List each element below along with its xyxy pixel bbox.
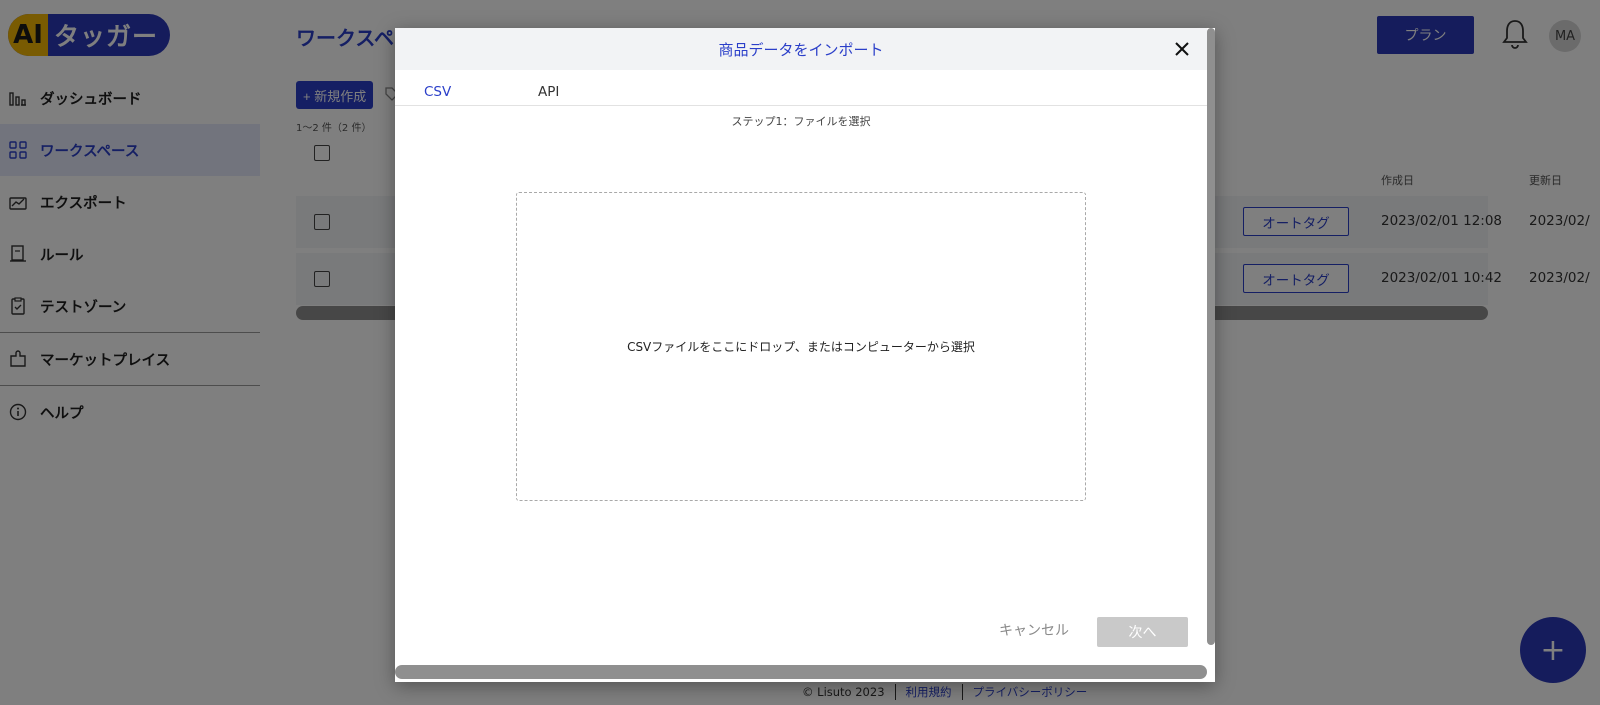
close-icon[interactable] <box>1171 38 1193 60</box>
import-dialog: 商品データをインポート CSV API ステップ1：ファイルを選択 CSVファイ… <box>395 28 1215 682</box>
dialog-header: 商品データをインポート <box>395 28 1207 70</box>
dialog-title: 商品データをインポート <box>718 40 884 59</box>
dropzone-instruction: CSVファイルをここにドロップ、またはコンピューターから選択 <box>627 340 975 354</box>
step-indicator: ステップ1：ファイルを選択 <box>731 115 871 128</box>
csv-dropzone[interactable]: CSVファイルをここにドロップ、またはコンピューターから選択 <box>516 192 1086 501</box>
dialog-horizontal-scrollbar[interactable] <box>395 665 1207 679</box>
tab-api[interactable]: API <box>538 84 559 100</box>
import-tabs: CSV API <box>395 70 1207 106</box>
dialog-vertical-scrollbar[interactable] <box>1207 28 1215 645</box>
next-button[interactable]: 次へ <box>1097 617 1188 647</box>
tab-csv[interactable]: CSV <box>424 84 451 100</box>
cancel-button[interactable]: キャンセル <box>994 616 1074 644</box>
